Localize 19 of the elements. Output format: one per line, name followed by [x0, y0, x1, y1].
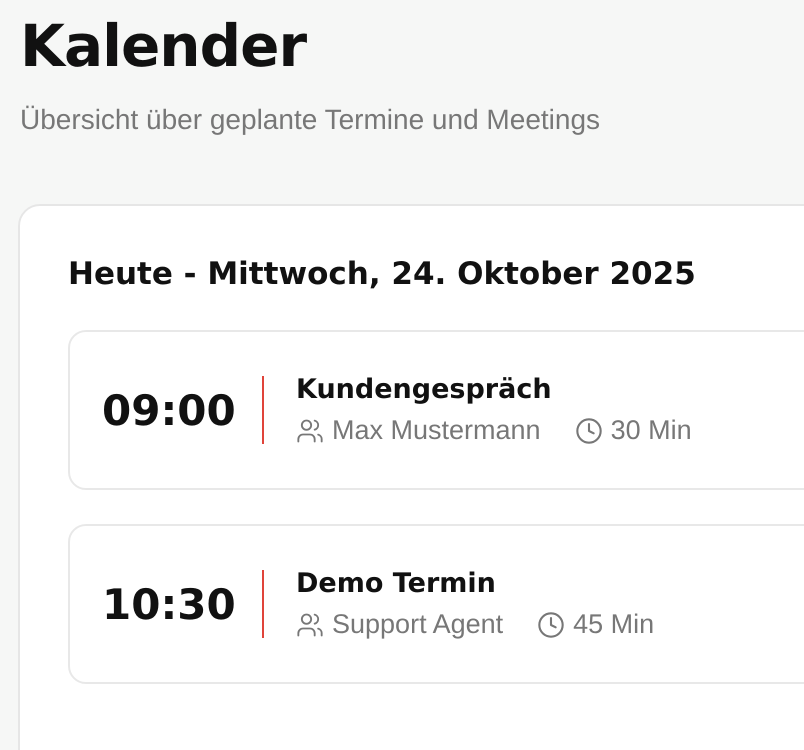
- people-icon: [296, 416, 324, 444]
- event-duration: 30 Min: [610, 415, 692, 446]
- event-duration: 45 Min: [573, 609, 654, 640]
- clock-icon: [574, 416, 603, 444]
- event-person: Max Mustermann: [332, 415, 541, 446]
- event-person: Support Agent: [332, 609, 504, 640]
- page-subtitle: Übersicht über geplante Termine und Meetings: [20, 104, 602, 136]
- people-icon: [296, 610, 324, 638]
- event-card[interactable]: 09:00 Kundengespräch Max Mustermann 30 Min: [68, 330, 804, 490]
- event-time: 09:00: [102, 386, 237, 434]
- clock-icon: [537, 610, 566, 638]
- event-title: Kundengespräch: [296, 374, 553, 405]
- day-heading: Heute - Mittwoch, 24. Oktober 2025: [68, 256, 697, 292]
- event-time: 10:30: [102, 580, 237, 628]
- event-card[interactable]: 10:30 Demo Termin Support Agent 45 Min: [68, 524, 804, 684]
- event-title: Demo Termin: [296, 568, 497, 599]
- time-divider: [262, 376, 264, 444]
- time-divider: [262, 570, 264, 638]
- page-title: Kalender: [20, 11, 308, 82]
